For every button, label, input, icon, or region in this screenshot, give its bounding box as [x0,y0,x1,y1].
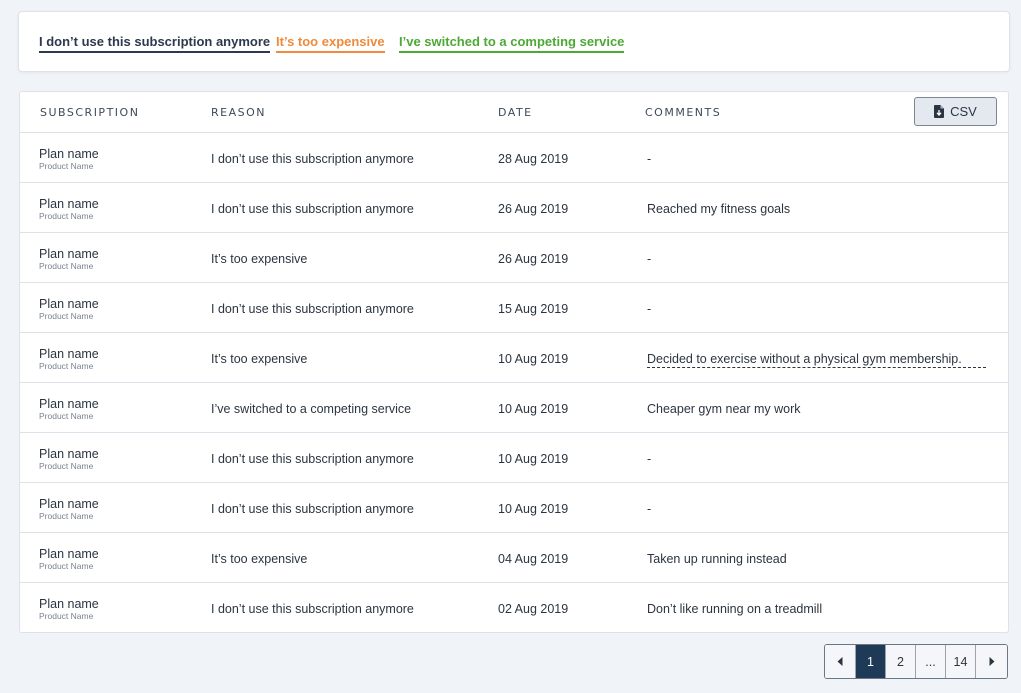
plan-name: Plan name [39,197,99,211]
plan-cell: Plan name Product Name [39,147,99,172]
plan-name: Plan name [39,247,99,261]
reason-cell: I don’t use this subscription anymore [211,152,414,166]
product-name: Product Name [39,411,94,421]
product-name: Product Name [39,311,94,321]
page-button[interactable]: ... [916,645,946,678]
plan-cell: Plan name Product Name [39,297,99,322]
plan-name: Plan name [39,597,99,611]
comment-cell: - [647,502,652,516]
plan-cell: Plan name Product Name [39,347,99,372]
product-name: Product Name [39,161,94,171]
header-date: DATE [498,106,533,119]
reason-cell: It’s too expensive [211,352,308,366]
date-cell: 04 Aug 2019 [498,552,569,566]
table-row[interactable]: Plan name Product Name I don’t use this su… [20,483,1008,533]
comment-cell: Don’t like running on a treadmill [647,602,823,616]
caret-right-icon [989,657,994,666]
table-row[interactable]: Plan name Product Name I don’t use this su… [20,183,1008,233]
plan-name: Plan name [39,547,99,561]
plan-cell: Plan name Product Name [39,447,99,472]
date-cell: 10 Aug 2019 [498,452,569,466]
csv-export-button[interactable]: CSV [914,97,997,126]
plan-cell: Plan name Product Name [39,247,99,272]
product-name: Product Name [39,611,94,621]
plan-name: Plan name [39,497,99,511]
product-name: Product Name [39,211,94,221]
comment-cell: Taken up running instead [647,552,787,566]
header-subscription: SUBSCRIPTION [40,106,140,119]
legend-item[interactable]: It’s too expensive [276,34,385,53]
comment-cell: Cheaper gym near my work [647,402,801,416]
table-row[interactable]: Plan name Product Name I don’t use this su… [20,283,1008,333]
legend-item[interactable]: I’ve switched to a competing service [399,34,625,53]
plan-cell: Plan name Product Name [39,547,99,572]
comment-cell: - [647,302,652,316]
comment-cell[interactable]: Decided to exercise without a physical g… [647,352,986,368]
page-button[interactable]: 2 [886,645,916,678]
table-row[interactable]: Plan name Product Name I don’t use this su… [20,583,1008,633]
legend-item[interactable]: I don’t use this subscription anymore [39,34,271,53]
plan-name: Plan name [39,147,99,161]
plan-name: Plan name [39,297,99,311]
date-cell: 26 Aug 2019 [498,252,569,266]
table-row[interactable]: Plan name Product Name I don’t use this su… [20,433,1008,483]
plan-cell: Plan name Product Name [39,497,99,522]
product-name: Product Name [39,261,94,271]
date-cell: 15 Aug 2019 [498,302,569,316]
prev-page-button[interactable] [825,645,856,678]
product-name: Product Name [39,361,94,371]
date-cell: 02 Aug 2019 [498,602,569,616]
date-cell: 10 Aug 2019 [498,402,569,416]
product-name: Product Name [39,561,94,571]
pagination: 1 2... 14 [824,644,1008,679]
table-row[interactable]: Plan name Product Name It’s too expensive 2… [20,233,1008,283]
reason-cell: I don’t use this subscription anymore [211,602,414,616]
comment-cell: - [647,252,652,266]
reason-cell: It’s too expensive [211,552,308,566]
comment-cell: - [647,152,652,166]
date-cell: 26 Aug 2019 [498,202,569,216]
product-name: Product Name [39,461,94,471]
plan-cell: Plan name Product Name [39,197,99,222]
reason-cell: I don’t use this subscription anymore [211,202,414,216]
table-row[interactable]: Plan name Product Name It’s too expensive 0… [20,533,1008,583]
file-download-icon [934,105,945,118]
plan-cell: Plan name Product Name [39,397,99,422]
table-row[interactable]: Plan name Product Name I don’t use this su… [20,133,1008,183]
caret-left-icon [837,657,843,666]
plan-name: Plan name [39,397,99,411]
reason-cell: I’ve switched to a competing service [211,402,412,416]
csv-label: CSV [950,104,977,119]
table-body: Plan name Product Name I don’t use this su… [20,133,1008,633]
cancellation-table: SUBSCRIPTION REASON DATE COMMENTS CSV Pl… [19,91,1009,633]
page-button[interactable]: 1 [856,645,886,678]
reason-cell: I don’t use this subscription anymore [211,502,414,516]
reason-cell: It’s too expensive [211,252,308,266]
product-name: Product Name [39,511,94,521]
comment-cell: Reached my fitness goals [647,202,791,216]
plan-name: Plan name [39,447,99,461]
date-cell: 28 Aug 2019 [498,152,569,166]
reason-cell: I don’t use this subscription anymore [211,452,414,466]
header-reason: REASON [211,106,266,119]
table-row[interactable]: Plan name Product Name It’s too expensive 1… [20,333,1008,383]
date-cell: 10 Aug 2019 [498,502,569,516]
reason-cell: I don’t use this subscription anymore [211,302,414,316]
reason-legend: I don’t use this subscription anymore It’… [18,11,1010,72]
next-page-button[interactable] [976,645,1007,678]
plan-name: Plan name [39,347,99,361]
comment-cell: - [647,452,652,466]
plan-cell: Plan name Product Name [39,597,99,622]
date-cell: 10 Aug 2019 [498,352,569,366]
header-comments: COMMENTS [645,106,722,119]
page-button[interactable]: 14 [946,645,976,678]
table-header: SUBSCRIPTION REASON DATE COMMENTS CSV [20,92,1008,133]
table-row[interactable]: Plan name Product Name I’ve switched to a … [20,383,1008,433]
